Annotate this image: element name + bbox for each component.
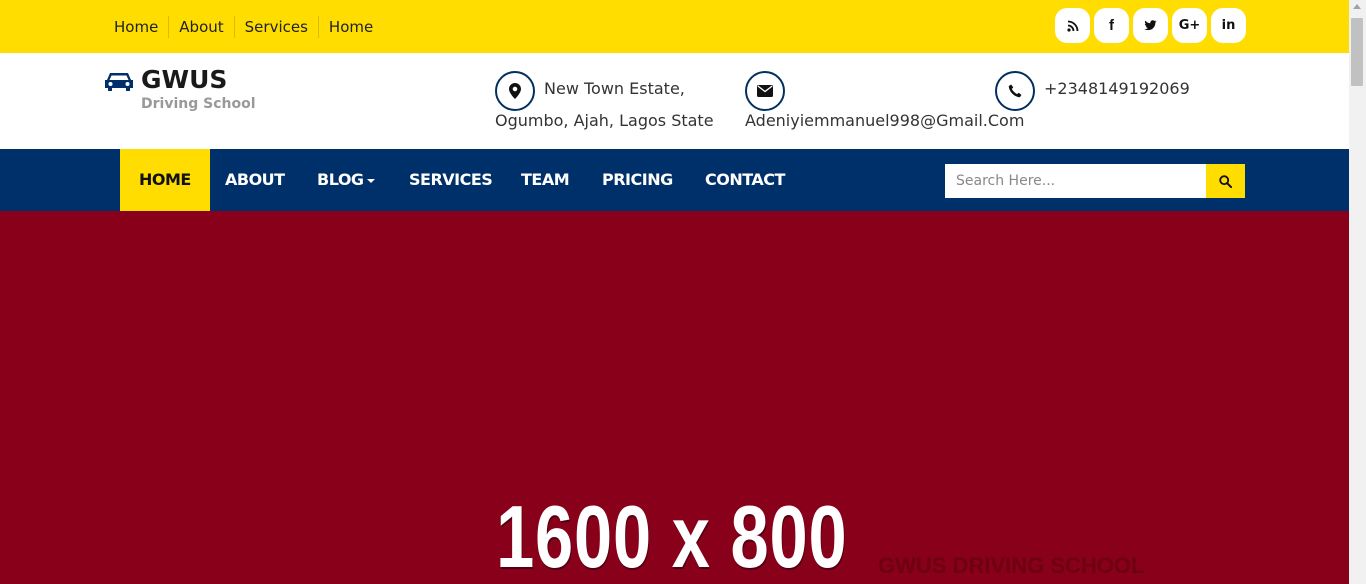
search-icon [1219,174,1232,188]
twitter-icon[interactable] [1133,8,1168,43]
brand-name[interactable]: GWUS [141,65,227,94]
address-line-2: Ogumbo, Ajah, Lagos State [495,111,714,130]
top-bar: Home About Services Home f G+ in [0,0,1349,53]
scroll-thumb[interactable] [1351,18,1363,86]
email-text[interactable]: Adeniyiemmanuel998@Gmail.Com [745,105,1024,137]
top-link-services[interactable]: Services [235,16,319,38]
search-input[interactable] [945,164,1206,198]
nav-item-about[interactable]: ABOUT [225,149,285,211]
caret-down-icon [366,178,375,183]
google-plus-icon[interactable]: G+ [1172,8,1207,43]
top-link-home[interactable]: Home [104,16,170,38]
address-line-1: New Town Estate, [544,79,685,98]
hero-slider: 1600 x 800 GWUS DRIVING SCHOOL [0,211,1349,584]
scroll-up-arrow-icon[interactable] [1353,4,1361,9]
nav-item-contact[interactable]: CONTACT [705,149,785,211]
page-scrollbar[interactable] [1349,0,1366,584]
facebook-icon[interactable]: f [1094,8,1129,43]
nav-item-blog[interactable]: BLOG [317,149,375,211]
rss-icon[interactable] [1055,8,1090,43]
search-button[interactable] [1206,164,1245,198]
nav-item-home[interactable]: HOME [120,149,210,211]
nav-item-pricing[interactable]: PRICING [602,149,673,211]
car-icon [105,73,133,91]
top-links: Home About Services Home [104,16,383,38]
main-nav: HOME ABOUT BLOG SERVICES TEAM PRICING CO… [0,149,1349,211]
nav-item-blog-label: BLOG [317,170,364,189]
nav-item-services[interactable]: SERVICES [409,149,493,211]
top-link-home-2[interactable]: Home [319,16,383,38]
header: GWUS Driving School New Town Estate, Ogu… [0,53,1349,149]
phone-icon [995,71,1035,111]
hero-watermark: GWUS DRIVING SCHOOL [878,553,1145,578]
phone-text[interactable]: +2348149192069 [1044,73,1190,105]
brand-tagline: Driving School [141,96,256,112]
top-link-about[interactable]: About [169,16,235,38]
linkedin-icon[interactable]: in [1211,8,1246,43]
nav-item-team[interactable]: TEAM [521,149,570,211]
social-links: f G+ in [1055,8,1246,43]
